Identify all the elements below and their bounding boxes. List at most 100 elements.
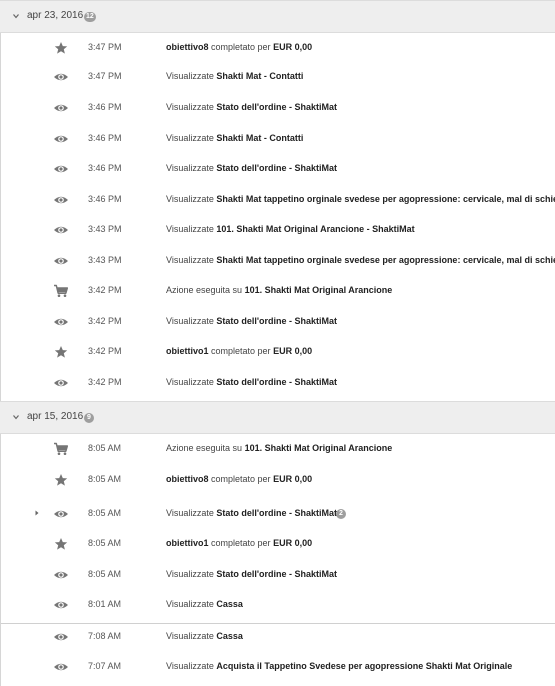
activity-row[interactable]: 8:05 AM obiettivo8 completato per EUR 0,… <box>1 465 555 495</box>
activity-prefix: Visualizzate <box>166 569 217 579</box>
activity-row[interactable]: 8:05 AM Azione eseguita su 101. Shakti M… <box>1 434 555 464</box>
activity-row[interactable]: 3:42 PM Azione eseguita su 101. Shakti M… <box>1 276 555 306</box>
activity-time: 8:05 AM <box>88 538 122 548</box>
goal-name: obiettivo1 <box>166 538 209 548</box>
activity-time: 3:46 PM <box>88 133 122 143</box>
date-group-header[interactable]: apr 15, 2016 9 <box>0 401 555 434</box>
activity-row[interactable]: 3:42 PM obiettivo1 completato per EUR 0,… <box>1 337 555 367</box>
goal-value: EUR 0,00 <box>273 346 313 356</box>
activity-prefix: Visualizzate <box>166 508 217 518</box>
page-title-link[interactable]: Cassa <box>216 599 243 609</box>
page-title-link[interactable]: Shakti Mat tappetino orginale svedese pe… <box>216 194 555 204</box>
eye-icon <box>54 510 68 518</box>
page-title-link[interactable]: Acquista il Tappetino Svedese per agopre… <box>216 661 512 671</box>
activity-time: 7:07 AM <box>88 661 122 671</box>
eye-icon <box>54 601 68 609</box>
activity-row[interactable]: 7:07 AM Visualizzate Acquista il Tappeti… <box>1 652 555 682</box>
activity-description: Visualizzate Stato dell'ordine - ShaktiM… <box>166 569 337 579</box>
page-title-link[interactable]: Stato dell'ordine - ShaktiMat <box>216 377 337 387</box>
activity-row[interactable]: 3:43 PM Visualizzate Shakti Mat tappetin… <box>1 246 555 276</box>
eye-icon <box>54 379 68 387</box>
activity-row[interactable]: 7:08 AM Visualizzate Cassa <box>1 622 555 652</box>
activity-row[interactable]: 3:43 PM Visualizzate 101. Shakti Mat Ori… <box>1 215 555 245</box>
eye-icon <box>54 318 68 326</box>
expand-arrow-icon[interactable] <box>35 510 39 516</box>
page-title-link[interactable]: Stato dell'ordine - ShaktiMat <box>216 102 337 112</box>
product-link[interactable]: 101. Shakti Mat Original Arancione <box>245 443 393 453</box>
repeat-count-badge: 2 <box>336 509 346 519</box>
activity-time: 3:46 PM <box>88 102 122 112</box>
chevron-down-icon[interactable] <box>12 12 20 20</box>
activity-prefix: Visualizzate <box>166 316 217 326</box>
activity-row[interactable]: 3:46 PM Visualizzate Stato dell'ordine -… <box>1 93 555 123</box>
page-title-link[interactable]: Cassa <box>216 631 243 641</box>
activity-prefix: Azione eseguita su <box>166 443 245 453</box>
activity-description: obiettivo1 completato per EUR 0,00 <box>166 346 312 356</box>
chevron-down-icon[interactable] <box>12 413 20 421</box>
activity-row[interactable]: 8:01 AM Visualizzate Cassa <box>1 590 555 620</box>
activity-row[interactable]: 8:05 AM Visualizzate Stato dell'ordine -… <box>1 499 555 529</box>
activity-description: Visualizzate Acquista il Tappetino Svede… <box>166 661 512 671</box>
page-title-link[interactable]: Stato dell'ordine - ShaktiMat <box>216 316 337 326</box>
activity-row[interactable]: 3:46 PM Visualizzate Shakti Mat - Contat… <box>1 124 555 154</box>
activity-row[interactable]: 3:46 PM Visualizzate Shakti Mat tappetin… <box>1 185 555 215</box>
star-icon <box>54 538 68 550</box>
activity-time: 3:42 PM <box>88 377 122 387</box>
activity-prefix: Visualizzate <box>166 71 217 81</box>
page-title-link[interactable]: Shakti Mat - Contatti <box>216 133 303 143</box>
activity-description: Visualizzate Shakti Mat tappetino orgina… <box>166 194 555 204</box>
activity-description: Visualizzate 101. Shakti Mat Original Ar… <box>166 224 415 234</box>
goal-text: completato per <box>208 474 274 484</box>
activity-description: Visualizzate Shakti Mat tappetino orgina… <box>166 255 555 265</box>
activity-description: Visualizzate Stato dell'ordine - ShaktiM… <box>166 508 337 518</box>
activity-description: Visualizzate Cassa <box>166 599 243 609</box>
date-group-header[interactable]: apr 23, 2016 12 <box>0 0 555 33</box>
activity-prefix: Visualizzate <box>166 255 217 265</box>
eye-icon <box>54 571 68 579</box>
star-icon <box>54 474 68 486</box>
activity-time: 3:47 PM <box>88 42 122 52</box>
goal-value: EUR 0,00 <box>273 474 313 484</box>
eye-icon <box>54 226 68 234</box>
page-title-link[interactable]: Shakti Mat - Contatti <box>216 71 303 81</box>
activity-list: 3:47 PM obiettivo8 completato per EUR 0,… <box>0 33 555 401</box>
goal-text: completato per <box>208 42 274 52</box>
activity-time: 3:46 PM <box>88 194 122 204</box>
goal-value: EUR 0,00 <box>273 42 313 52</box>
activity-row[interactable]: 3:42 PM Visualizzate Stato dell'ordine -… <box>1 368 555 398</box>
activity-row[interactable]: 3:42 PM Visualizzate Stato dell'ordine -… <box>1 307 555 337</box>
page-title-link[interactable]: Shakti Mat tappetino orginale svedese pe… <box>216 255 555 265</box>
activity-time: 3:46 PM <box>88 163 122 173</box>
star-icon <box>54 42 68 54</box>
eye-icon <box>54 104 68 112</box>
activity-row[interactable]: 3:47 PM Visualizzate Shakti Mat - Contat… <box>1 62 555 92</box>
activity-time: 8:05 AM <box>88 508 122 518</box>
activity-time: 8:05 AM <box>88 443 122 453</box>
page-title-link[interactable]: 101. Shakti Mat Original Arancione - Sha… <box>216 224 414 234</box>
activity-description: Azione eseguita su 101. Shakti Mat Origi… <box>166 443 392 453</box>
page-title-link[interactable]: Stato dell'ordine - ShaktiMat <box>216 508 337 518</box>
activity-time: 3:42 PM <box>88 316 122 326</box>
activity-description: Visualizzate Shakti Mat - Contatti <box>166 133 303 143</box>
goal-name: obiettivo8 <box>166 42 209 52</box>
eye-icon <box>54 135 68 143</box>
activity-row[interactable]: 3:46 PM Visualizzate Stato dell'ordine -… <box>1 154 555 184</box>
page-title-link[interactable]: Stato dell'ordine - ShaktiMat <box>216 569 337 579</box>
activity-prefix: Visualizzate <box>166 224 217 234</box>
activity-row[interactable]: 8:05 AM Visualizzate Stato dell'ordine -… <box>1 560 555 590</box>
page-title-link[interactable]: Stato dell'ordine - ShaktiMat <box>216 163 337 173</box>
activity-prefix: Visualizzate <box>166 194 217 204</box>
activity-prefix: Visualizzate <box>166 163 217 173</box>
eye-icon <box>54 257 68 265</box>
activity-time: 3:43 PM <box>88 224 122 234</box>
product-link[interactable]: 101. Shakti Mat Original Arancione <box>245 285 393 295</box>
cart-icon <box>54 442 69 455</box>
activity-description: Visualizzate Cassa <box>166 631 243 641</box>
activity-time: 3:42 PM <box>88 285 122 295</box>
activity-description: Visualizzate Shakti Mat - Contatti <box>166 71 303 81</box>
eye-icon <box>54 663 68 671</box>
activity-description: obiettivo8 completato per EUR 0,00 <box>166 474 312 484</box>
activity-row[interactable]: 8:05 AM obiettivo1 completato per EUR 0,… <box>1 529 555 559</box>
activity-row[interactable]: 3:47 PM obiettivo8 completato per EUR 0,… <box>1 33 555 63</box>
goal-value: EUR 0,00 <box>273 538 313 548</box>
